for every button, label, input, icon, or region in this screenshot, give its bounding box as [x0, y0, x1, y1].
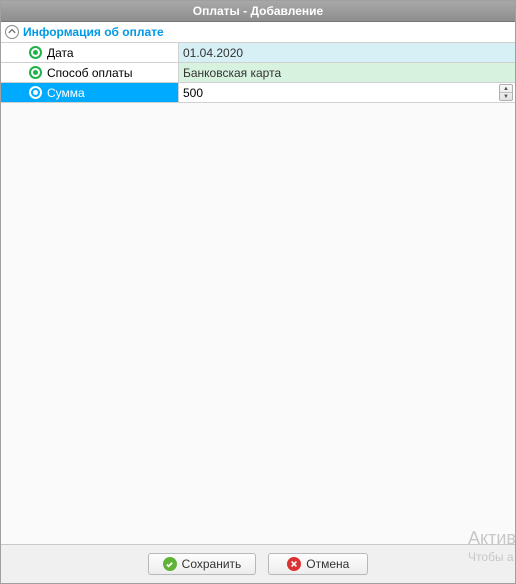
- save-button-label: Сохранить: [182, 557, 242, 571]
- dialog-window: Оплаты - Добавление Информация об оплате…: [0, 0, 516, 584]
- spinner-up-icon[interactable]: ▲: [500, 85, 512, 93]
- field-amount-value-cell: ▲ ▼: [179, 83, 515, 102]
- collapse-icon[interactable]: [5, 25, 19, 39]
- field-amount-label-cell: Сумма: [1, 83, 179, 102]
- button-bar: Сохранить Отмена: [1, 544, 515, 583]
- section-title: Информация об оплате: [23, 25, 164, 39]
- field-amount-row: Сумма ▲ ▼: [1, 83, 515, 103]
- amount-input[interactable]: [183, 86, 511, 100]
- field-date-text: 01.04.2020: [183, 46, 243, 60]
- amount-spinner[interactable]: ▲ ▼: [499, 84, 513, 101]
- close-icon: [287, 557, 301, 571]
- field-amount-label: Сумма: [47, 86, 85, 100]
- spinner-down-icon[interactable]: ▼: [500, 93, 512, 100]
- required-icon: [29, 66, 42, 79]
- field-date-label-cell: Дата: [1, 43, 179, 62]
- form-area: Дата 01.04.2020 Способ оплаты Банковская…: [1, 43, 515, 544]
- field-method-label-cell: Способ оплаты: [1, 63, 179, 82]
- cancel-button-label: Отмена: [306, 557, 349, 571]
- field-date-value[interactable]: 01.04.2020: [179, 43, 515, 62]
- field-date-row: Дата 01.04.2020: [1, 43, 515, 63]
- save-button[interactable]: Сохранить: [148, 553, 257, 575]
- cancel-button[interactable]: Отмена: [268, 553, 368, 575]
- section-header[interactable]: Информация об оплате: [1, 22, 515, 43]
- field-method-label: Способ оплаты: [47, 66, 133, 80]
- required-icon: [29, 46, 42, 59]
- window-title-text: Оплаты - Добавление: [193, 4, 323, 18]
- field-method-text: Банковская карта: [183, 66, 281, 80]
- window-title: Оплаты - Добавление: [1, 1, 515, 22]
- field-date-label: Дата: [47, 46, 74, 60]
- check-icon: [163, 557, 177, 571]
- field-method-row: Способ оплаты Банковская карта: [1, 63, 515, 83]
- required-icon: [29, 86, 42, 99]
- field-method-value[interactable]: Банковская карта: [179, 63, 515, 82]
